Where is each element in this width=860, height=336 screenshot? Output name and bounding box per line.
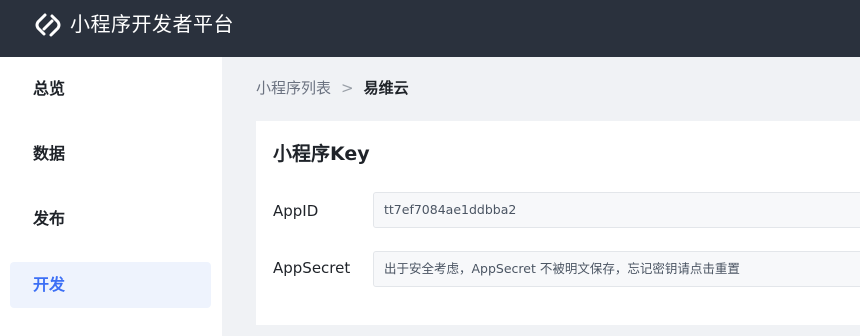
- link-logo-icon[interactable]: [33, 10, 63, 40]
- appid-label: AppID: [273, 202, 319, 220]
- appsecret-field[interactable]: 出于安全考虑，AppSecret 不被明文保存，忘记密钥请点击重置: [373, 251, 860, 287]
- app-key-card: 小程序Key AppID tt7ef7084ae1ddbba2 AppSecre…: [256, 121, 860, 325]
- breadcrumb-parent-link[interactable]: 小程序列表: [256, 77, 331, 98]
- main-content: 小程序列表 > 易维云 小程序Key AppID tt7ef7084ae1ddb…: [222, 57, 860, 336]
- sidebar-item-develop[interactable]: 开发: [10, 262, 211, 308]
- sidebar: 总览 数据 发布 开发: [0, 57, 222, 336]
- sidebar-item-data[interactable]: 数据: [10, 131, 211, 177]
- sidebar-item-overview[interactable]: 总览: [10, 66, 211, 112]
- card-title: 小程序Key: [273, 143, 370, 165]
- top-header: 小程序开发者平台: [0, 0, 860, 57]
- breadcrumb-separator: >: [341, 78, 354, 97]
- appsecret-label: AppSecret: [273, 259, 351, 277]
- sidebar-item-publish[interactable]: 发布: [10, 196, 211, 242]
- appid-field[interactable]: tt7ef7084ae1ddbba2: [373, 192, 860, 228]
- app-title: 小程序开发者平台: [70, 12, 234, 36]
- breadcrumb-current: 易维云: [363, 79, 409, 97]
- breadcrumb: 小程序列表 > 易维云: [256, 77, 409, 98]
